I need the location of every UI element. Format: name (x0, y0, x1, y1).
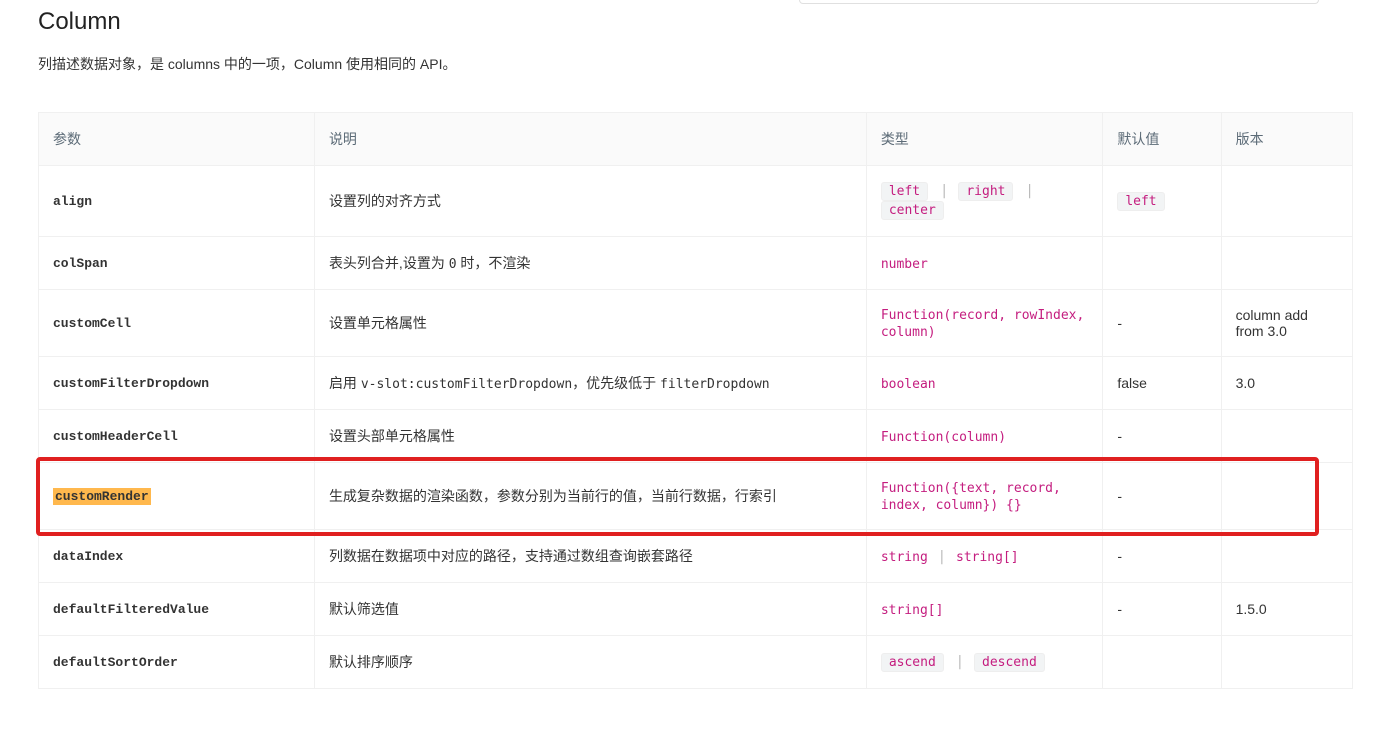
highlighted-param: customRender (53, 488, 151, 505)
type-option: right (958, 182, 1013, 201)
param-version (1221, 530, 1352, 583)
type-option: descend (974, 653, 1045, 672)
param-default: - (1103, 290, 1221, 357)
col-header-version: 版本 (1221, 113, 1352, 166)
param-desc: 默认排序顺序 (314, 636, 866, 689)
section-intro: 列描述数据对象，是 columns 中的一项，Column 使用相同的 API。 (38, 54, 1353, 74)
desc-text: ，优先级低于 (572, 375, 660, 391)
type-text: boolean (881, 377, 936, 392)
type-option: center (881, 201, 944, 220)
param-name: customFilterDropdown (39, 357, 315, 410)
param-name: defaultSortOrder (39, 636, 315, 689)
type-text: number (881, 257, 928, 272)
default-value-tag: left (1117, 192, 1164, 211)
param-default: false (1103, 357, 1221, 410)
param-type: Function({text, record, index, column}) … (866, 463, 1103, 530)
type-option: string (881, 550, 928, 565)
pipe-separator: | (932, 549, 952, 565)
pipe-separator: | (1019, 183, 1039, 199)
param-version: column add from 3.0 (1221, 290, 1352, 357)
table-row: dataIndex 列数据在数据项中对应的路径，支持通过数组查询嵌套路径 str… (39, 530, 1353, 583)
type-text: Function(column) (881, 430, 1006, 445)
param-default: - (1103, 410, 1221, 463)
table-row: align 设置列的对齐方式 left | right | center lef… (39, 166, 1353, 237)
search-box-collapsed[interactable] (799, 0, 1319, 4)
table-header-row: 参数 说明 类型 默认值 版本 (39, 113, 1353, 166)
pipe-separator: | (934, 183, 954, 199)
type-option: ascend (881, 653, 944, 672)
param-default: left (1103, 166, 1221, 237)
param-version: 3.0 (1221, 357, 1352, 410)
param-name: align (39, 166, 315, 237)
param-name: customHeaderCell (39, 410, 315, 463)
param-desc: 设置头部单元格属性 (314, 410, 866, 463)
param-version (1221, 463, 1352, 530)
param-name: customCell (39, 290, 315, 357)
type-option: string[] (956, 550, 1019, 565)
param-default (1103, 636, 1221, 689)
param-version (1221, 410, 1352, 463)
param-name: defaultFilteredValue (39, 583, 315, 636)
table-row-highlighted: customRender 生成复杂数据的渲染函数，参数分别为当前行的值，当前行数… (39, 463, 1353, 530)
param-name: customRender (39, 463, 315, 530)
param-type: string[] (866, 583, 1103, 636)
param-default: - (1103, 463, 1221, 530)
param-desc: 设置列的对齐方式 (314, 166, 866, 237)
table-row: customCell 设置单元格属性 Function(record, rowI… (39, 290, 1353, 357)
pipe-separator: | (950, 654, 970, 670)
param-default (1103, 237, 1221, 290)
type-text: string[] (881, 603, 944, 618)
param-version: 1.5.0 (1221, 583, 1352, 636)
col-header-type: 类型 (866, 113, 1103, 166)
type-text: Function(record, rowIndex, column) (881, 308, 1085, 340)
param-version (1221, 166, 1352, 237)
desc-code: 0 (449, 257, 457, 272)
desc-text: 启用 (329, 375, 361, 391)
desc-code: v-slot:customFilterDropdown (361, 377, 572, 392)
col-header-default: 默认值 (1103, 113, 1221, 166)
param-name: colSpan (39, 237, 315, 290)
param-type: boolean (866, 357, 1103, 410)
param-type: string | string[] (866, 530, 1103, 583)
section-title: Column (38, 8, 1353, 36)
param-type: left | right | center (866, 166, 1103, 237)
param-default: - (1103, 530, 1221, 583)
table-row: customHeaderCell 设置头部单元格属性 Function(colu… (39, 410, 1353, 463)
col-header-param: 参数 (39, 113, 315, 166)
type-text: Function({text, record, index, column}) … (881, 481, 1061, 513)
param-type: number (866, 237, 1103, 290)
param-type: Function(column) (866, 410, 1103, 463)
api-table-wrapper: 参数 说明 类型 默认值 版本 align 设置列的对齐方式 left | ri… (38, 112, 1353, 689)
param-desc: 默认筛选值 (314, 583, 866, 636)
param-type: Function(record, rowIndex, column) (866, 290, 1103, 357)
table-row: defaultFilteredValue 默认筛选值 string[] - 1.… (39, 583, 1353, 636)
table-row: colSpan 表头列合并,设置为 0 时，不渲染 number (39, 237, 1353, 290)
desc-text: 时，不渲染 (457, 255, 531, 271)
param-desc: 设置单元格属性 (314, 290, 866, 357)
param-desc: 列数据在数据项中对应的路径，支持通过数组查询嵌套路径 (314, 530, 866, 583)
param-desc: 启用 v-slot:customFilterDropdown，优先级低于 fil… (314, 357, 866, 410)
api-table: 参数 说明 类型 默认值 版本 align 设置列的对齐方式 left | ri… (38, 112, 1353, 689)
desc-code: filterDropdown (660, 377, 770, 392)
desc-text: 表头列合并,设置为 (329, 255, 449, 271)
param-type: ascend | descend (866, 636, 1103, 689)
col-header-desc: 说明 (314, 113, 866, 166)
param-default: - (1103, 583, 1221, 636)
table-row: defaultSortOrder 默认排序顺序 ascend | descend (39, 636, 1353, 689)
type-option: left (881, 182, 928, 201)
param-name: dataIndex (39, 530, 315, 583)
param-version (1221, 636, 1352, 689)
table-row: customFilterDropdown 启用 v-slot:customFil… (39, 357, 1353, 410)
param-desc: 表头列合并,设置为 0 时，不渲染 (314, 237, 866, 290)
param-desc: 生成复杂数据的渲染函数，参数分别为当前行的值，当前行数据，行索引 (314, 463, 866, 530)
param-version (1221, 237, 1352, 290)
